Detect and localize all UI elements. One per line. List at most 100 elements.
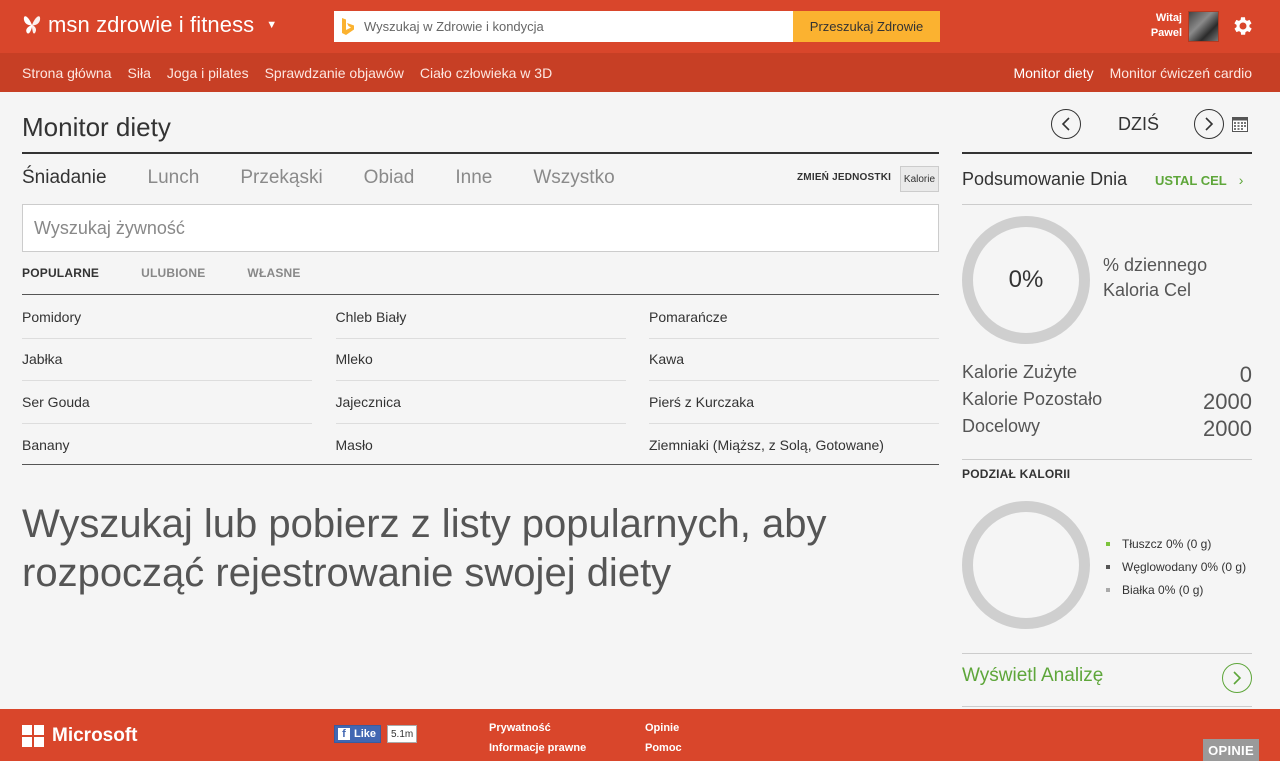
- divider: [962, 459, 1252, 460]
- stat-label: Docelowy: [962, 416, 1041, 436]
- chevron-right-icon: [1233, 671, 1242, 685]
- tab-custom[interactable]: WŁASNE: [247, 266, 300, 280]
- food-search-input[interactable]: [22, 204, 939, 252]
- footer: Microsoft f Like 5.1m Prywatność Informa…: [0, 709, 1280, 761]
- site-search-button[interactable]: Przeszukaj Zdrowie: [793, 11, 940, 42]
- caption-line: % dziennego: [1103, 255, 1208, 275]
- food-item[interactable]: Mleko: [335, 339, 626, 381]
- bing-icon: [334, 11, 362, 42]
- tab-other[interactable]: Inne: [455, 167, 492, 189]
- food-item[interactable]: Kawa: [649, 339, 939, 381]
- stat-calories-remaining: Kalorie Pozostało 2000: [962, 389, 1252, 415]
- meal-tabs: Śniadanie Lunch Przekąski Obiad Inne Wsz…: [22, 167, 656, 189]
- set-goal-label: USTAL CEL: [1155, 172, 1227, 188]
- site-search: Przeszukaj Zdrowie: [334, 11, 940, 42]
- facebook-icon: f: [338, 728, 350, 740]
- microsoft-squares-icon: [22, 725, 44, 747]
- nav-symptom-checker[interactable]: Sprawdzanie objawów: [265, 65, 404, 81]
- gear-icon[interactable]: [1231, 14, 1255, 38]
- tab-snacks[interactable]: Przekąski: [240, 167, 322, 189]
- stat-value: 0: [1239, 362, 1252, 387]
- units-calories-button[interactable]: Kalorie: [900, 166, 939, 192]
- page-title: Monitor diety: [22, 112, 171, 142]
- stat-value: 2000: [1203, 416, 1252, 441]
- food-row: Banany Masło Ziemniaki (Miąższ, z Solą, …: [22, 424, 939, 467]
- nav-right: Monitor diety Monitor ćwiczeń cardio: [997, 53, 1252, 92]
- stat-label: Kalorie Zużyte: [962, 362, 1078, 382]
- top-header: msn zdrowie i fitness ▼ Przeszukaj Zdrow…: [0, 0, 1280, 53]
- like-count: 5.1m: [387, 725, 418, 743]
- divider: [22, 294, 939, 295]
- nav-diet-tracker[interactable]: Monitor diety: [1013, 65, 1093, 81]
- food-item[interactable]: Pomidory: [22, 296, 312, 339]
- view-analysis-link[interactable]: Wyświetl Analizę: [962, 665, 1103, 687]
- set-goal-link[interactable]: USTAL CEL ›: [1155, 172, 1243, 188]
- divider: [962, 706, 1252, 707]
- nav-left: Strona główna Siła Joga i pilates Sprawd…: [22, 53, 568, 92]
- food-item[interactable]: Pomarańcze: [649, 296, 939, 339]
- food-item[interactable]: Masło: [336, 424, 626, 467]
- footer-link-privacy[interactable]: Prywatność: [489, 722, 551, 734]
- chevron-right-icon: [1205, 117, 1214, 131]
- chevron-left-icon: [1061, 117, 1070, 131]
- daily-goal-caption: % dziennego Kaloria Cel: [1103, 253, 1207, 303]
- calendar-icon[interactable]: [1232, 117, 1248, 132]
- stat-label: Kalorie Pozostało: [962, 389, 1103, 409]
- food-list-tabs: POPULARNE ULUBIONE WŁASNE: [22, 266, 343, 280]
- legend-swatch: [1106, 542, 1110, 546]
- nav-yoga-pilates[interactable]: Joga i pilates: [167, 65, 249, 81]
- food-item[interactable]: Chleb Biały: [335, 296, 626, 339]
- microsoft-logo[interactable]: Microsoft: [22, 725, 138, 747]
- current-date-label: DZIŚ: [1118, 114, 1160, 134]
- avatar[interactable]: [1188, 11, 1219, 42]
- like-label: Like: [354, 728, 377, 740]
- divider: [962, 204, 1252, 205]
- nav-strength[interactable]: Siła: [128, 65, 151, 81]
- tab-all[interactable]: Wszystko: [533, 167, 614, 189]
- tab-lunch[interactable]: Lunch: [148, 167, 200, 189]
- previous-day-button[interactable]: [1051, 109, 1081, 139]
- legend-carbs: Węglowodany 0% (0 g): [1106, 558, 1250, 576]
- footer-link-help[interactable]: Pomoc: [645, 742, 682, 754]
- daily-summary-title: Podsumowanie Dnia: [962, 169, 1128, 189]
- facebook-like-button[interactable]: f Like: [334, 725, 382, 743]
- divider: [22, 152, 939, 154]
- caption-line: Kaloria Cel: [1103, 280, 1192, 300]
- food-item[interactable]: Ser Gouda: [22, 381, 312, 424]
- tab-breakfast[interactable]: Śniadanie: [22, 167, 107, 189]
- user-greeting: Witaj Pawel: [1140, 11, 1182, 41]
- divider: [962, 653, 1252, 654]
- brand-menu[interactable]: msn zdrowie i fitness ▼: [22, 12, 277, 38]
- legend-label: Tłuszcz 0% (0 g): [1122, 537, 1212, 551]
- footer-link-legal[interactable]: Informacje prawne: [489, 742, 586, 754]
- tab-dinner[interactable]: Obiad: [364, 167, 415, 189]
- nav-home[interactable]: Strona główna: [22, 65, 112, 81]
- greeting-text: Witaj: [1155, 12, 1182, 24]
- nav-3d-body[interactable]: Ciało człowieka w 3D: [420, 65, 552, 81]
- food-row: Ser Gouda Jajecznica Pierś z Kurczaka: [22, 381, 939, 424]
- next-day-button[interactable]: [1194, 109, 1224, 139]
- feedback-button[interactable]: OPINIE: [1203, 739, 1259, 761]
- legend-label: Węglowodany 0% (0 g): [1122, 560, 1247, 574]
- empty-state-message: Wyszukaj lub pobierz z listy popularnych…: [22, 502, 827, 595]
- divider: [22, 464, 939, 465]
- site-search-input[interactable]: [362, 11, 793, 42]
- legend-fat: Tłuszcz 0% (0 g): [1106, 535, 1250, 553]
- food-item[interactable]: Jajecznica: [335, 381, 626, 424]
- tab-popular[interactable]: POPULARNE: [22, 266, 99, 280]
- calorie-breakdown-ring: [962, 501, 1090, 629]
- food-row: Pomidory Chleb Biały Pomarańcze: [22, 296, 939, 339]
- footer-link-feedback[interactable]: Opinie: [645, 722, 679, 734]
- microsoft-wordmark: Microsoft: [52, 725, 138, 746]
- food-item[interactable]: Ziemniaki (Miąższ, z Solą, Gotowane): [649, 424, 939, 467]
- divider: [962, 152, 1252, 154]
- legend-swatch: [1106, 588, 1110, 592]
- nav-cardio-tracker[interactable]: Monitor ćwiczeń cardio: [1110, 65, 1252, 81]
- food-item[interactable]: Jabłka: [22, 339, 312, 381]
- tab-favorites[interactable]: ULUBIONE: [141, 266, 205, 280]
- food-row: Jabłka Mleko Kawa: [22, 339, 939, 381]
- food-item[interactable]: Pierś z Kurczaka: [649, 381, 939, 424]
- chevron-down-icon: ▼: [266, 19, 278, 31]
- food-item[interactable]: Banany: [22, 424, 312, 467]
- view-analysis-button[interactable]: [1222, 663, 1252, 693]
